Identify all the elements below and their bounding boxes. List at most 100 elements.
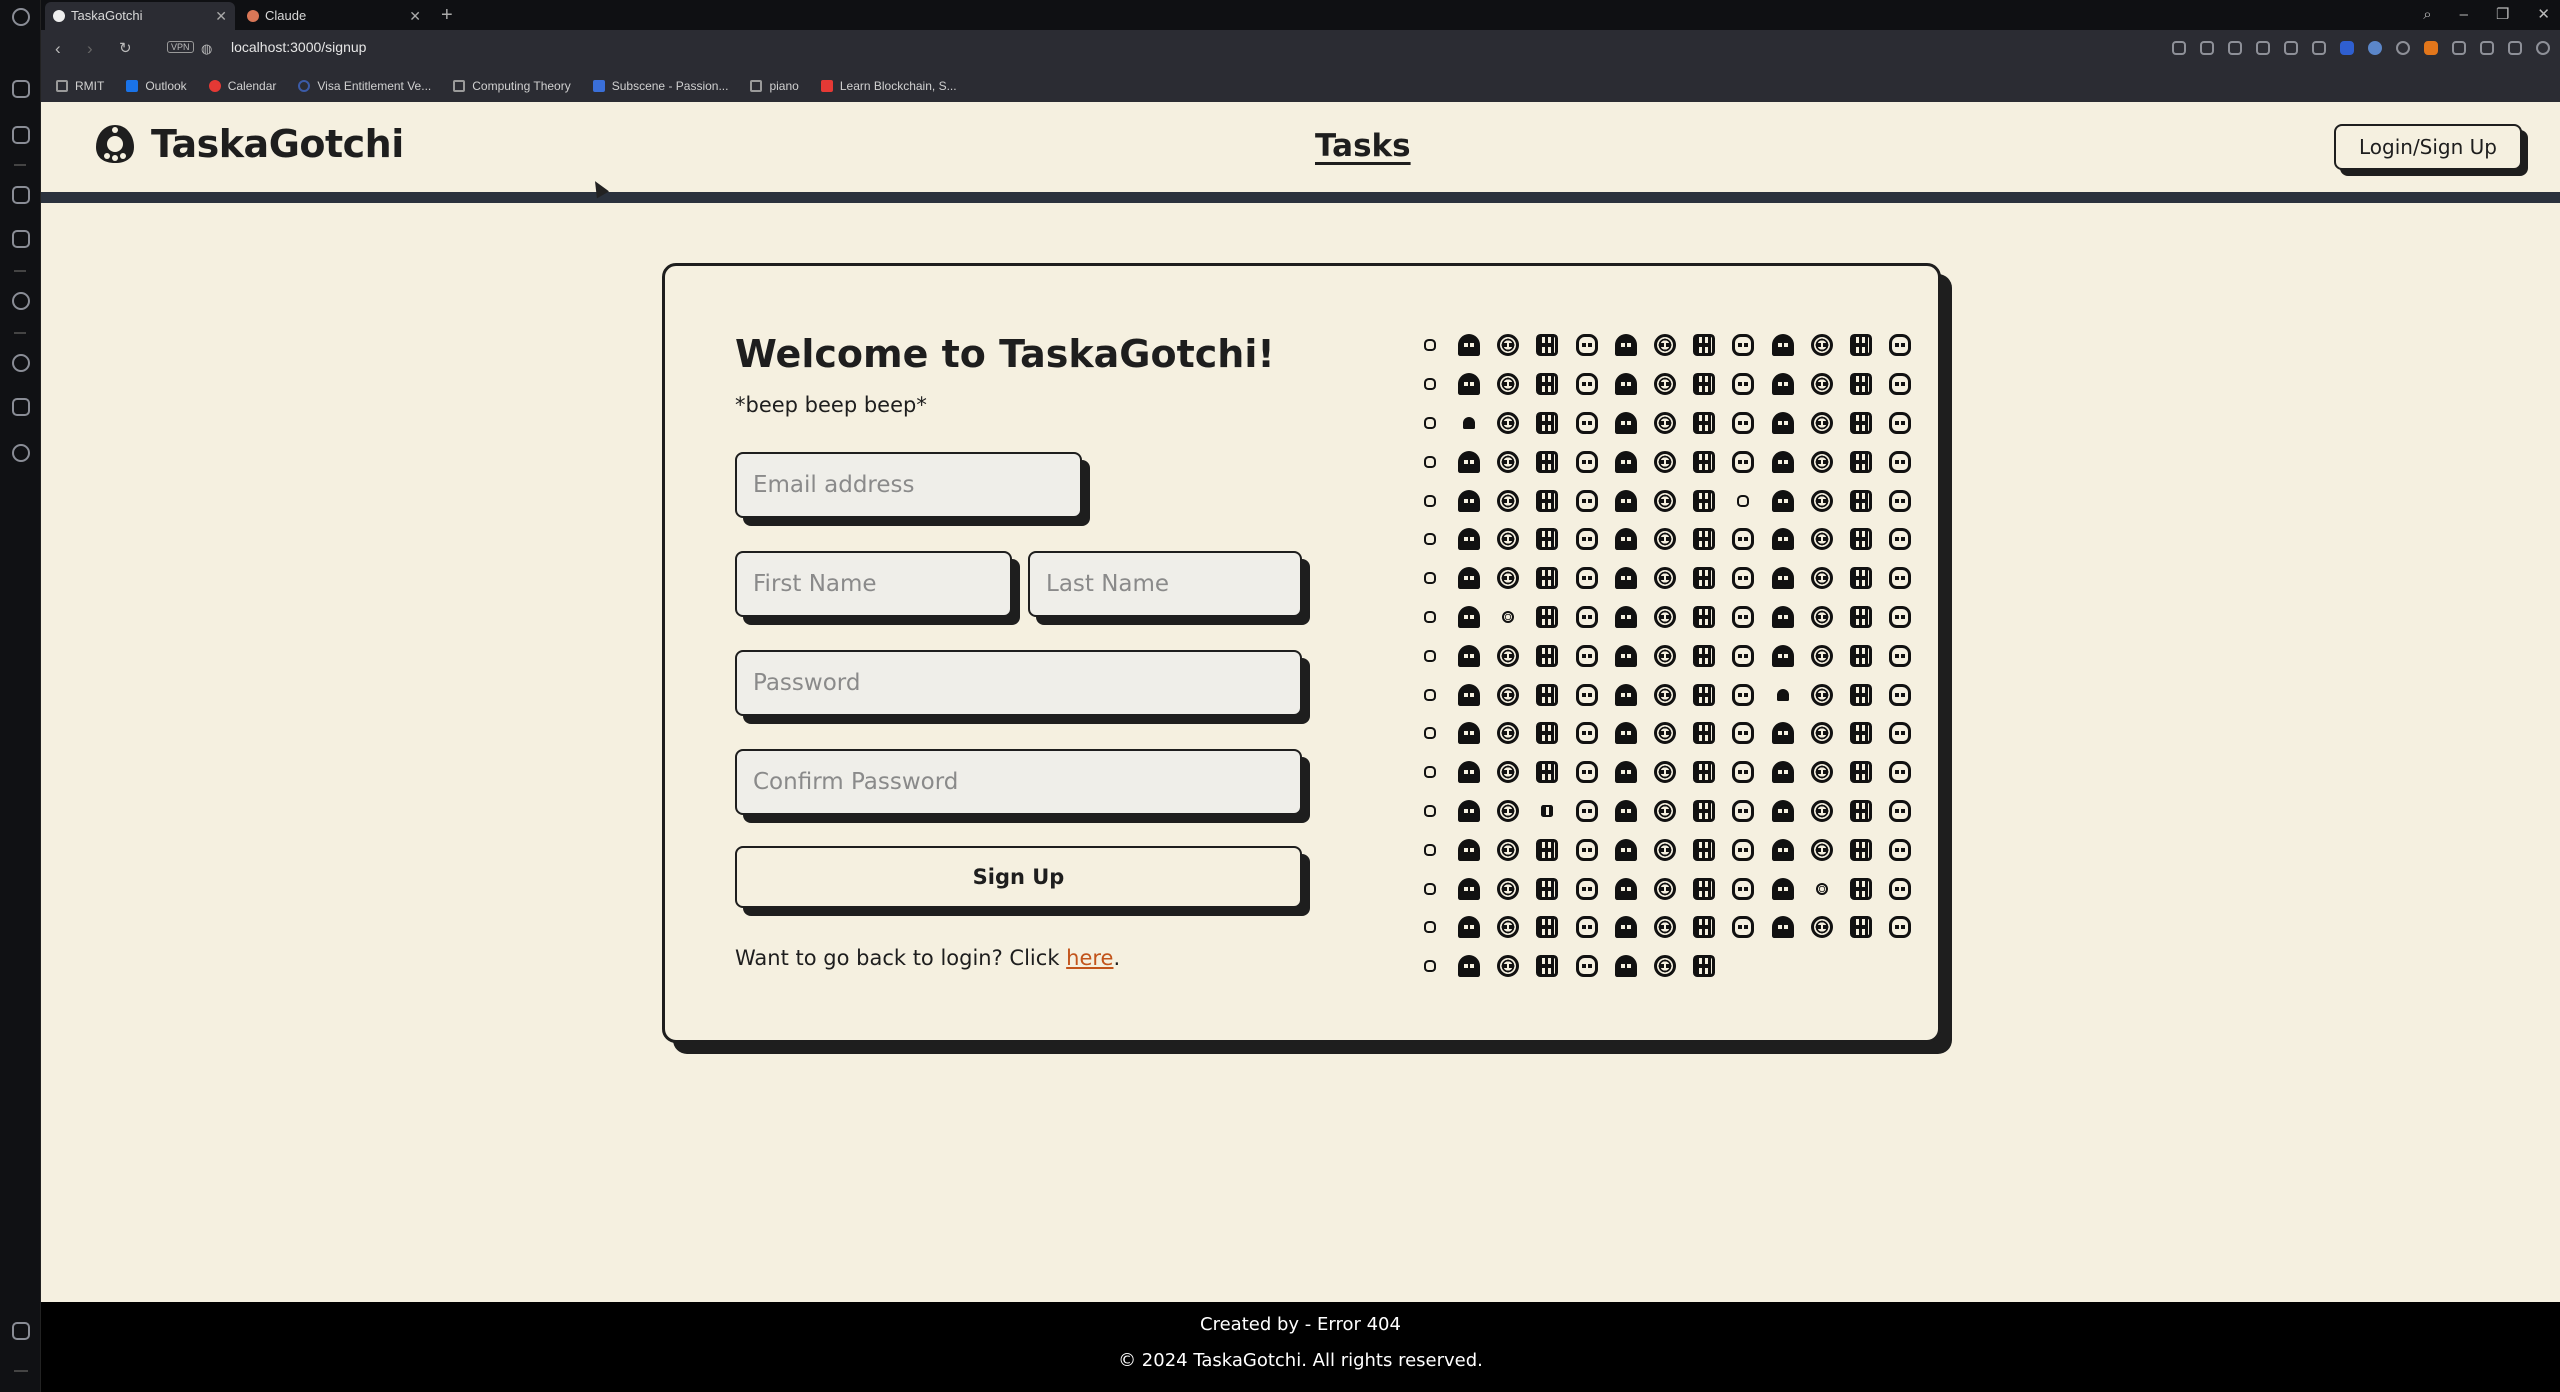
bookmark-subscene[interactable]: Subscene - Passion... <box>592 79 728 93</box>
visa-icon <box>298 80 311 92</box>
sidebar-divider <box>14 332 26 334</box>
app-icon[interactable] <box>12 230 30 248</box>
bookmark-calendar[interactable]: Calendar <box>208 79 276 93</box>
vpn-badge[interactable]: VPN <box>167 41 194 53</box>
tamagotchi-sprite-icon <box>1567 442 1606 481</box>
extension-clock-icon[interactable] <box>2368 41 2382 55</box>
settings-icon[interactable] <box>12 444 30 462</box>
close-window-icon[interactable]: ✕ <box>2537 0 2550 30</box>
tamagotchi-sprite-icon <box>1528 365 1567 404</box>
history-icon[interactable] <box>12 354 30 372</box>
tamagotchi-sprite-icon <box>1685 714 1724 753</box>
tab-label: TaskaGotchi <box>71 8 143 23</box>
bookmark-piano[interactable]: piano <box>750 79 799 93</box>
confirm-password-field[interactable] <box>735 749 1302 815</box>
tamagotchi-sprite-icon <box>1488 636 1527 675</box>
tamagotchi-sprite-icon <box>1802 830 1841 869</box>
tamagotchi-sprite-icon <box>1842 326 1881 365</box>
bookmark-outlook[interactable]: Outlook <box>126 79 187 93</box>
camera-icon[interactable] <box>2228 41 2242 55</box>
tamagotchi-sprite-icon <box>1606 714 1645 753</box>
messenger-icon[interactable] <box>12 292 30 310</box>
bookmark-computing-theory[interactable]: Computing Theory <box>453 79 571 93</box>
close-tab-icon[interactable]: ✕ <box>215 2 227 30</box>
first-name-field[interactable] <box>735 551 1012 617</box>
extensions-cube-icon[interactable] <box>2452 41 2466 55</box>
site-info-icon[interactable]: ◍ <box>201 41 212 57</box>
back-to-login-link[interactable]: here <box>1066 946 1113 970</box>
bookmark-visa[interactable]: Visa Entitlement Ve... <box>298 79 431 93</box>
tamagotchi-sprite-icon <box>1488 404 1527 443</box>
tamagotchi-sprite-icon <box>1645 947 1684 986</box>
nav-tasks-link[interactable]: Tasks <box>1315 128 1411 164</box>
zoom-icon[interactable] <box>2172 41 2186 55</box>
tamagotchi-sprite-icon <box>1685 830 1724 869</box>
aria-icon[interactable] <box>12 186 30 204</box>
adblock-icon[interactable] <box>2256 41 2270 55</box>
tamagotchi-sprite-icon <box>1528 404 1567 443</box>
tamagotchi-sprite-icon <box>1410 908 1449 947</box>
reload-icon[interactable]: ↻ <box>119 39 132 57</box>
tamagotchi-sprite-icon <box>1606 559 1645 598</box>
extensions-icon[interactable] <box>12 398 30 416</box>
tamagotchi-sprite-icon <box>1685 326 1724 365</box>
tamagotchi-sprite-icon <box>1724 365 1763 404</box>
tamagotchi-sprite-icon <box>1763 481 1802 520</box>
play-icon[interactable] <box>2284 41 2298 55</box>
tamagotchi-sprite-icon <box>1802 442 1841 481</box>
wallet-icon[interactable] <box>12 126 30 144</box>
tamagotchi-sprite-icon <box>1528 714 1567 753</box>
last-name-field[interactable] <box>1028 551 1302 617</box>
tamagotchi-sprite-icon <box>1724 598 1763 637</box>
site-header: TaskaGotchi Tasks Login/Sign Up <box>41 102 2560 203</box>
tab-claude[interactable]: Claude ✕ <box>239 2 429 30</box>
heart-icon[interactable] <box>2312 41 2326 55</box>
url-field[interactable]: localhost:3000/signup <box>231 39 366 55</box>
logo-link[interactable]: TaskaGotchi <box>93 122 404 166</box>
sign-up-button[interactable]: Sign Up <box>735 846 1302 908</box>
site-footer: Created by - Error 404 © 2024 TaskaGotch… <box>41 1302 2560 1392</box>
tamagotchi-sprite-icon <box>1685 908 1724 947</box>
tamagotchi-sprite-icon <box>1567 636 1606 675</box>
tamagotchi-sprite-icon <box>1606 520 1645 559</box>
page-title: Welcome to TaskaGotchi! <box>735 332 1275 376</box>
tab-taskagotchi[interactable]: TaskaGotchi ✕ <box>45 2 235 30</box>
close-tab-icon[interactable]: ✕ <box>409 2 421 30</box>
email-field[interactable] <box>735 452 1082 518</box>
tamagotchi-sprite-icon <box>1881 520 1920 559</box>
tamagotchi-sprite-icon <box>1881 442 1920 481</box>
more-icon[interactable] <box>14 1370 28 1372</box>
new-tab-button[interactable]: + <box>441 2 453 28</box>
tamagotchi-sprite-icon <box>1410 442 1449 481</box>
menu-icon[interactable] <box>2508 41 2522 55</box>
bookmark-rmit[interactable]: RMIT <box>56 79 104 93</box>
tamagotchi-sprite-icon <box>1410 520 1449 559</box>
tamagotchi-sprite-icon <box>1881 869 1920 908</box>
edit-icon[interactable] <box>2200 41 2214 55</box>
gallery-icon[interactable] <box>12 1322 30 1340</box>
tamagotchi-sprite-icon <box>1685 481 1724 520</box>
back-icon[interactable]: ‹ <box>55 39 61 59</box>
browser-logo-icon[interactable] <box>12 8 30 26</box>
tamagotchi-sprite-icon <box>1724 636 1763 675</box>
tamagotchi-sprite-icon <box>1410 869 1449 908</box>
tamagotchi-sprite-icon <box>1606 598 1645 637</box>
tamagotchi-sprite-icon <box>1645 520 1684 559</box>
search-tabs-icon[interactable]: ⌕ <box>2423 0 2431 30</box>
tamagotchi-sprite-icon <box>1724 520 1763 559</box>
speed-dial-icon[interactable] <box>12 80 30 98</box>
restore-icon[interactable]: ❐ <box>2496 0 2509 30</box>
password-field[interactable] <box>735 650 1302 716</box>
minimize-icon[interactable]: – <box>2460 0 2468 30</box>
extension-circle-icon[interactable] <box>2396 41 2410 55</box>
toolbar-icons <box>2172 41 2550 55</box>
tamagotchi-sprite-icon <box>1763 365 1802 404</box>
bookmark-blockchain[interactable]: Learn Blockchain, S... <box>820 79 957 93</box>
metamask-icon[interactable] <box>2424 41 2438 55</box>
login-signup-button[interactable]: Login/Sign Up <box>2334 124 2522 170</box>
forward-icon[interactable]: › <box>87 39 93 59</box>
download-icon[interactable] <box>2480 41 2494 55</box>
extension-j-icon[interactable] <box>2340 41 2354 55</box>
profile-icon[interactable] <box>2536 41 2550 55</box>
tamagotchi-sprite-icon <box>1685 753 1724 792</box>
